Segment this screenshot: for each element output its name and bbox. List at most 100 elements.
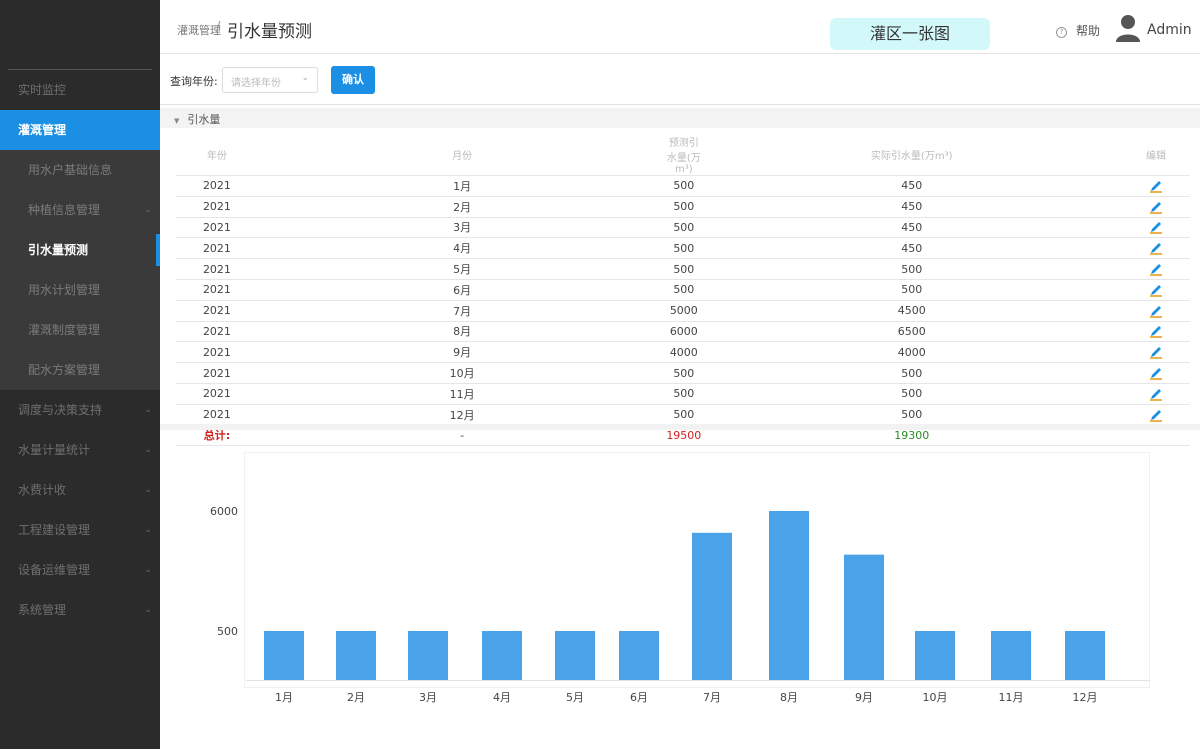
cell-predicted: 4000 [666, 341, 702, 364]
breadcrumb-parent[interactable]: 灌溉管理 [177, 22, 221, 38]
table-row: 2021 1月 500 450 [176, 175, 1190, 197]
cell-predicted: 5000 [666, 300, 702, 322]
column-header-predicted: 预测引水量(万m³) [666, 134, 702, 176]
table-row: 2021 12月 500 500 [176, 404, 1190, 426]
cell-month: 7月 [257, 300, 667, 322]
sidebar-item-label: 系统管理 [18, 603, 67, 617]
cell-predicted: 500 [666, 362, 702, 384]
cell-actual: 450 [701, 196, 1123, 218]
sidebar-item-dispatch-decision[interactable]: 调度与决策支持 ⌄ [0, 390, 160, 430]
chevron-down-icon: ⌄ [144, 445, 152, 455]
cell-predicted: 6000 [666, 321, 702, 343]
sidebar-item-water-fee[interactable]: 水费计收 ⌄ [0, 470, 160, 510]
sidebar-item-equipment-maintenance[interactable]: 设备运维管理 ⌄ [0, 550, 160, 590]
cell-edit [1122, 258, 1190, 280]
cell-month: 5月 [257, 258, 667, 280]
cell-month: 1月 [257, 175, 667, 197]
table-row: 2021 2月 500 450 [176, 196, 1190, 218]
cell-month: 10月 [257, 362, 667, 384]
cell-month: 11月 [257, 383, 667, 405]
irrigation-map-button[interactable]: 灌区一张图 [830, 18, 990, 50]
cell-month: 12月 [257, 404, 667, 426]
bar-10 [915, 631, 955, 680]
table-row: 2021 5月 500 500 [176, 258, 1190, 280]
sidebar-item-label: 工程建设管理 [18, 523, 91, 537]
edit-pencil-icon[interactable] [1149, 304, 1163, 318]
edit-pencil-icon[interactable] [1149, 345, 1163, 360]
edit-pencil-icon[interactable] [1149, 262, 1163, 276]
bar-12 [1065, 631, 1105, 680]
edit-pencil-icon[interactable] [1149, 366, 1163, 380]
query-bar: 查询年份: 请选择年份 ⌄ 确认 [160, 55, 1200, 105]
cell-year: 2021 [176, 404, 258, 426]
cell-edit [1122, 175, 1190, 197]
x-tick-label: 5月 [566, 691, 584, 704]
sidebar-item-water-metering[interactable]: 水量计量统计 ⌄ [0, 430, 160, 470]
sidebar-item-realtime-monitor[interactable]: 实时监控 [0, 70, 160, 110]
sidebar-item-label: 水费计收 [18, 483, 67, 497]
table-header-row: 年份 月份 预测引水量(万m³) 实际引水量(万m³) 编辑 [176, 134, 1190, 176]
help-link[interactable]: ? 帮助 [1056, 22, 1100, 39]
query-year-label: 查询年份: [170, 75, 218, 88]
chevron-down-icon: ⌄ [144, 605, 152, 615]
sidebar-item-system-management[interactable]: 系统管理 ⌄ [0, 590, 160, 630]
sidebar-subitem-distribution-plan[interactable]: 配水方案管理 [0, 350, 160, 390]
edit-pencil-icon[interactable] [1149, 200, 1163, 214]
cell-predicted: 500 [666, 383, 702, 405]
table-row: 2021 9月 4000 4000 [176, 341, 1190, 364]
edit-pencil-icon[interactable] [1149, 283, 1163, 297]
diversion-table: 年份 月份 预测引水量(万m³) 实际引水量(万m³) 编辑 2021 1月 500… [176, 134, 1190, 447]
table-row: 2021 3月 500 450 [176, 217, 1190, 239]
bar-3 [408, 631, 448, 680]
cell-edit [1122, 383, 1190, 405]
year-select-placeholder: 请选择年份 [231, 78, 281, 89]
edit-pencil-icon[interactable] [1149, 408, 1163, 422]
sidebar-subitem-water-user-info[interactable]: 用水户基础信息 [0, 150, 160, 190]
sidebar-subitem-irrigation-system[interactable]: 灌溉制度管理 [0, 310, 160, 350]
chevron-down-icon: ⌄ [144, 205, 152, 215]
edit-pencil-icon[interactable] [1149, 179, 1163, 193]
sidebar-subitem-water-plan[interactable]: 用水计划管理 [0, 270, 160, 310]
collapse-caret-icon: ▼ [174, 117, 180, 125]
cell-edit [1122, 404, 1190, 426]
table-row: 2021 6月 500 500 [176, 279, 1190, 301]
x-tick-label: 11月 [999, 691, 1024, 704]
column-header-year: 年份 [176, 134, 258, 176]
cell-month: 8月 [257, 321, 667, 343]
table-row: 2021 4月 500 450 [176, 237, 1190, 260]
edit-pencil-icon[interactable] [1149, 220, 1163, 235]
chevron-down-icon: ⌄ [144, 485, 152, 495]
sidebar-item-label: 调度与决策支持 [18, 403, 103, 417]
confirm-button[interactable]: 确认 [331, 66, 375, 94]
column-header-month: 月份 [257, 134, 667, 176]
table-body: 2021 1月 500 450 2021 2月 500 450 2021 3月 500 450 2021… [176, 175, 1190, 447]
y-tick-label: 6000 [210, 505, 238, 518]
sidebar-item-irrigation-management[interactable]: 灌溉管理 [0, 110, 160, 150]
cell-year: 2021 [176, 217, 258, 239]
panel-header[interactable]: ▼ 引水量 [160, 108, 1200, 128]
bar-8 [769, 511, 809, 680]
cell-predicted: 500 [666, 258, 702, 280]
edit-pencil-icon[interactable] [1149, 241, 1163, 256]
sidebar-item-project-construction[interactable]: 工程建设管理 ⌄ [0, 510, 160, 550]
cell-predicted: 500 [666, 175, 702, 197]
year-select[interactable]: 请选择年份 ⌄ [222, 67, 318, 93]
help-icon: ? [1056, 27, 1067, 38]
x-tick-label: 9月 [855, 691, 873, 704]
cell-actual: 4000 [701, 341, 1123, 364]
edit-pencil-icon[interactable] [1149, 324, 1163, 339]
cell-predicted: 500 [666, 279, 702, 301]
sidebar-subitem-planting-info[interactable]: 种植信息管理 ⌄ [0, 190, 160, 230]
cell-predicted: 500 [666, 217, 702, 239]
app-window: 实时监控 灌溉管理 用水户基础信息 种植信息管理 ⌄ 引水量预测 用水计划管理 灌… [0, 0, 1200, 749]
sidebar-submenu: 用水户基础信息 种植信息管理 ⌄ 引水量预测 用水计划管理 灌溉制度管理 配水方案… [0, 150, 160, 390]
bar-1 [264, 631, 304, 680]
x-tick-label: 10月 [923, 691, 948, 704]
cell-edit [1122, 217, 1190, 239]
cell-month: 3月 [257, 217, 667, 239]
column-header-actual: 实际引水量(万m³) [701, 134, 1123, 176]
x-tick-label: 12月 [1073, 691, 1098, 704]
edit-pencil-icon[interactable] [1149, 387, 1163, 401]
sidebar-subitem-diversion-forecast[interactable]: 引水量预测 [0, 230, 160, 270]
cell-month: 9月 [257, 341, 667, 364]
